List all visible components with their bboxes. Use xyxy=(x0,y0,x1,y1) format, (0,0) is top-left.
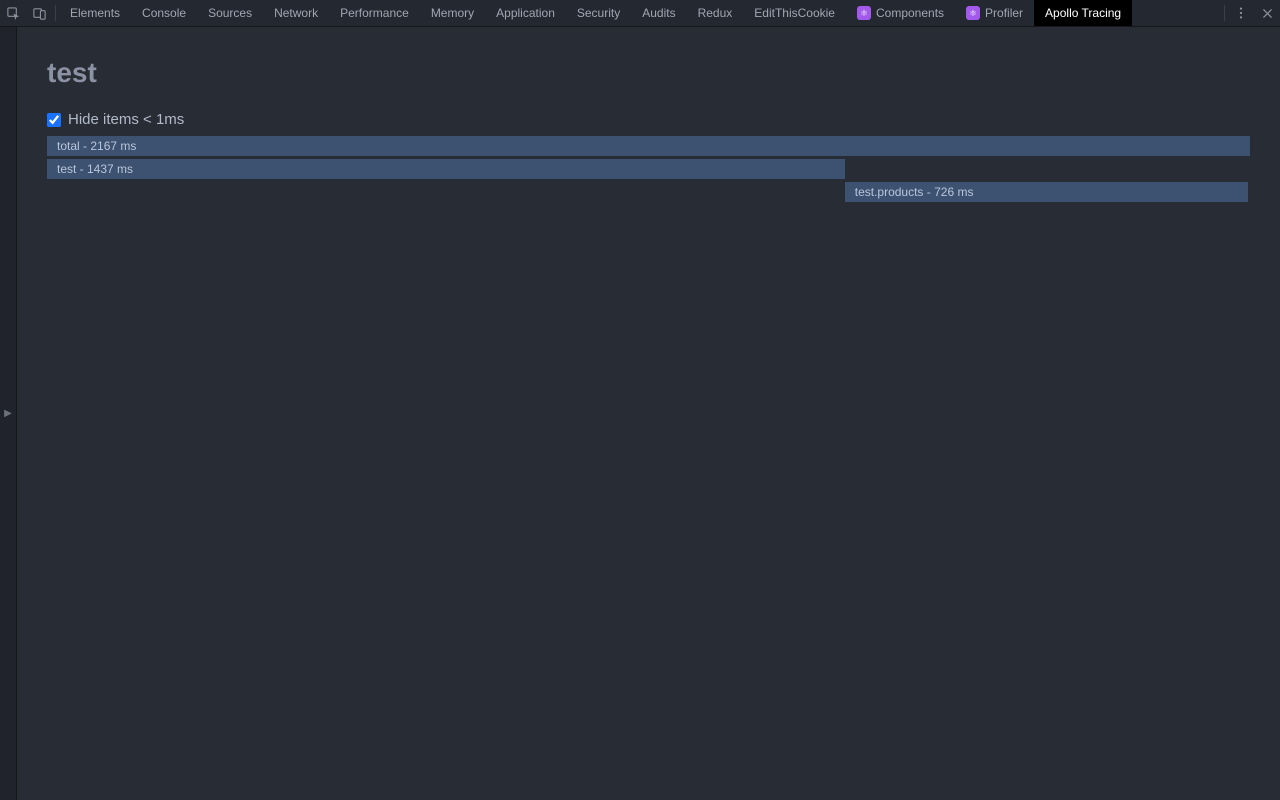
trace-waterfall: total - 2167 ms test - 1437 ms test.produc… xyxy=(47,136,1250,202)
close-icon[interactable] xyxy=(1254,0,1280,26)
tab-performance[interactable]: Performance xyxy=(329,0,420,26)
tab-profiler[interactable]: ⚛ Profiler xyxy=(955,0,1034,26)
separator xyxy=(1224,5,1225,21)
trace-row: test.products - 726 ms xyxy=(47,182,1250,202)
hide-items-filter[interactable]: Hide items < 1ms xyxy=(47,111,1250,128)
tab-application[interactable]: Application xyxy=(485,0,566,26)
hide-items-checkbox[interactable] xyxy=(47,113,61,127)
react-icon: ⚛ xyxy=(857,6,871,20)
trace-bar[interactable]: total - 2167 ms xyxy=(47,136,1250,156)
react-icon: ⚛ xyxy=(966,6,980,20)
trace-row: total - 2167 ms xyxy=(47,136,1250,156)
trace-row: test - 1437 ms xyxy=(47,159,1250,179)
trace-bar[interactable]: test - 1437 ms xyxy=(47,159,845,179)
trace-bar-label: total - 2167 ms xyxy=(57,139,136,153)
trace-bar-label: test - 1437 ms xyxy=(57,162,133,176)
expand-drawer-icon: ▶ xyxy=(4,408,12,419)
tab-memory[interactable]: Memory xyxy=(420,0,485,26)
tab-security[interactable]: Security xyxy=(566,0,631,26)
tab-editthiscookie[interactable]: EditThisCookie xyxy=(743,0,846,26)
trace-bar-label: test.products - 726 ms xyxy=(855,185,974,199)
tab-sources[interactable]: Sources xyxy=(197,0,263,26)
tab-apollo-tracing[interactable]: Apollo Tracing xyxy=(1034,0,1132,26)
separator xyxy=(55,5,56,21)
tab-audits[interactable]: Audits xyxy=(631,0,686,26)
tab-console[interactable]: Console xyxy=(131,0,197,26)
side-drawer-rail[interactable]: ▶ xyxy=(0,27,17,800)
apollo-tracing-panel: test Hide items < 1ms total - 2167 ms tes… xyxy=(17,27,1280,800)
tab-components[interactable]: ⚛ Components xyxy=(846,0,955,26)
tab-elements[interactable]: Elements xyxy=(59,0,131,26)
devtools-tabstrip: Elements Console Sources Network Perform… xyxy=(0,0,1280,27)
page-title: test xyxy=(47,57,1250,89)
tab-redux[interactable]: Redux xyxy=(687,0,744,26)
hide-items-label: Hide items < 1ms xyxy=(68,111,184,128)
trace-bar[interactable]: test.products - 726 ms xyxy=(845,182,1248,202)
inspect-element-icon[interactable] xyxy=(0,0,26,26)
kebab-menu-icon[interactable] xyxy=(1228,0,1254,26)
device-toggle-icon[interactable] xyxy=(26,0,52,26)
tab-network[interactable]: Network xyxy=(263,0,329,26)
